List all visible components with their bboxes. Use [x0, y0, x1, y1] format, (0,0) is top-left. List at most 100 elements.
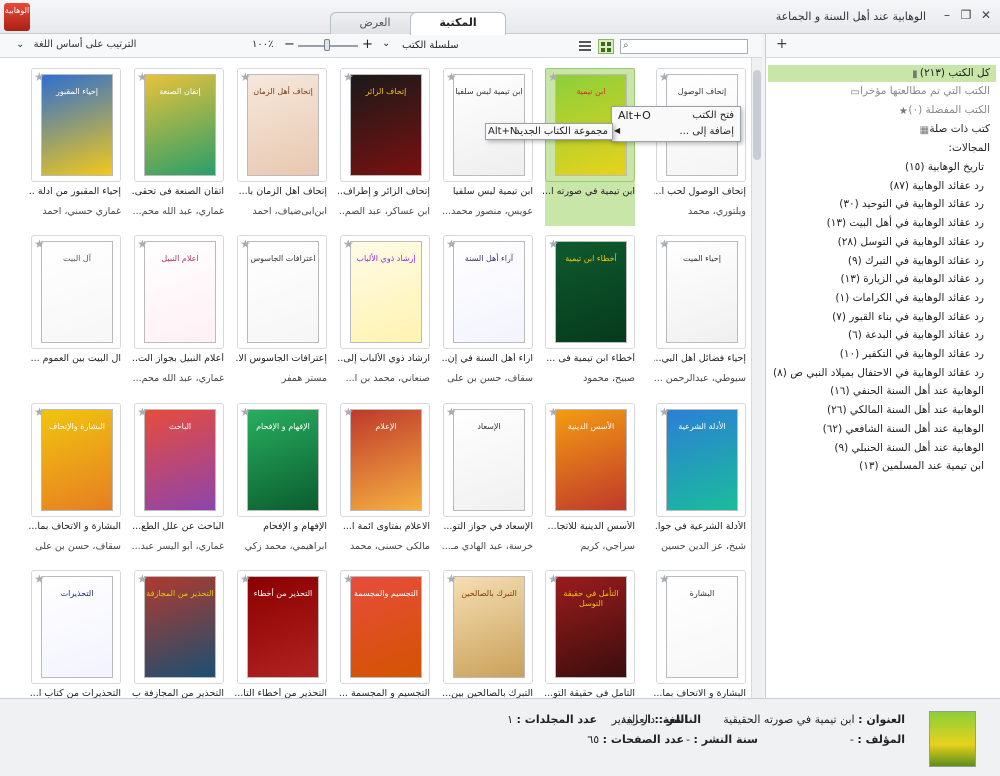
- category-item[interactable]: الوهابية عند أهل السنة الحنبلي (٩): [834, 442, 984, 454]
- book-cover-frame[interactable]: إحياء الميت ★: [656, 235, 746, 349]
- restore-button[interactable]: ❐: [957, 6, 975, 24]
- star-icon[interactable]: ★: [343, 237, 354, 251]
- book-card[interactable]: التحذير من المجازفة ★ التحذير من المجازفة …: [132, 570, 224, 698]
- zoom-slider-thumb[interactable]: [324, 39, 330, 51]
- book-cover-frame[interactable]: التحذير من أخطاء ★: [237, 570, 327, 684]
- tab-view[interactable]: العرض: [330, 12, 420, 34]
- book-card[interactable]: الباحث ★ الباحث عن علل الطع... غماري، أبو ا…: [132, 403, 224, 561]
- category-item[interactable]: رد عقائد الوهابية في التكفير (١٠): [840, 348, 984, 360]
- book-card[interactable]: الإعلام ★ الاعلام بفتاوى ائمة ا... مالکی حس…: [340, 403, 430, 561]
- book-card[interactable]: ابن تيمية ★ ابن تيمية في صورته ا...: [543, 68, 635, 226]
- book-card[interactable]: إحياء الميت ★ إحياء فضائل أهل البي... سيوطي…: [654, 235, 746, 393]
- menu-item-add-to[interactable]: إضافة إلى ...: [679, 126, 734, 137]
- book-cover[interactable]: البشارة والإتحاف: [41, 409, 113, 511]
- category-item[interactable]: رد عقائد الوهابية في التوحيد (٣٠): [839, 198, 984, 210]
- search-icon[interactable]: ⌕: [623, 40, 629, 51]
- menu-item-new-collection[interactable]: مجموعة الكتاب الجديد: [515, 126, 608, 137]
- book-card[interactable]: إتحاف أهل الزمان ★ إتحاف أهل الزمان بأ... ا…: [237, 68, 327, 226]
- add-collection-button[interactable]: +: [776, 36, 788, 52]
- book-card[interactable]: إتحاف الوصول ★ إتحاف الوصول لحب ا... ويلتور…: [654, 68, 746, 226]
- category-item[interactable]: ابن تيمية عند المسلمين (١٣): [859, 460, 984, 472]
- star-icon[interactable]: ★: [137, 237, 148, 251]
- category-item[interactable]: رد عقائد الوهابية في البدعة (٦): [848, 329, 984, 341]
- book-cover[interactable]: الباحث: [144, 409, 216, 511]
- book-cover-frame[interactable]: إتقان الصنعة ★: [134, 68, 224, 182]
- book-cover[interactable]: إحياء المقبور: [41, 74, 113, 176]
- star-icon[interactable]: ★: [343, 405, 354, 419]
- book-cover[interactable]: اعترافات الجاسوس: [247, 241, 319, 343]
- grid-view-icon[interactable]: [598, 39, 614, 54]
- book-card[interactable]: إتقان الصنعة ★ اتقان الصنعة فی تحقی... غمار…: [132, 68, 224, 226]
- book-card[interactable]: التحذيرات ★ التحذيرات من كتاب ا...: [30, 570, 121, 698]
- book-cover-frame[interactable]: التحذيرات ★: [31, 570, 121, 684]
- book-cover-frame[interactable]: الإعلام ★: [340, 403, 430, 517]
- book-cover-frame[interactable]: اعترافات الجاسوس ★: [237, 235, 327, 349]
- book-cover[interactable]: إحياء الميت: [666, 241, 738, 343]
- book-card[interactable]: الإسعاد ★ الإسعاد في جواز التو... خرسة، عبد…: [442, 403, 533, 561]
- book-cover[interactable]: الإفهام و الإفحام: [247, 409, 319, 511]
- star-icon[interactable]: ★: [137, 572, 148, 586]
- star-icon[interactable]: ★: [446, 237, 457, 251]
- book-cover[interactable]: آراء أهل السنة: [453, 241, 525, 343]
- star-icon[interactable]: ★: [34, 70, 45, 84]
- book-cover[interactable]: إتحاف أهل الزمان: [247, 74, 319, 176]
- book-card[interactable]: التأمل في حقيقة التوسل ★ التأمل فی حقيقة ا…: [544, 570, 635, 698]
- star-icon[interactable]: ★: [137, 405, 148, 419]
- book-cover-frame[interactable]: إتحاف الزائر ★: [340, 68, 430, 182]
- book-cover[interactable]: البشارة: [666, 576, 738, 678]
- book-cover[interactable]: التأمل في حقيقة التوسل: [555, 576, 627, 678]
- book-cover-frame[interactable]: إحياء المقبور ★: [31, 68, 121, 182]
- sidebar-item-favorites[interactable]: الكتب المفضلة (٠)★: [894, 104, 990, 117]
- sidebar-item-related[interactable]: كتب ذات صلة▦: [915, 123, 990, 136]
- book-cover[interactable]: الإعلام: [350, 409, 422, 511]
- category-item[interactable]: الوهابية عند أهل السنة الحنفي (١٦): [830, 385, 984, 397]
- star-icon[interactable]: ★: [548, 572, 559, 586]
- book-cover-frame[interactable]: إرشاد ذوي الألباب ★: [340, 235, 430, 349]
- category-item[interactable]: رد عقائد الوهابية في الزيارة (١٣): [840, 273, 984, 285]
- book-card[interactable]: إحياء المقبور ★ إحياء المقبور من ادلة ... غ…: [29, 68, 121, 226]
- search-input[interactable]: ⌕: [620, 39, 748, 54]
- category-item[interactable]: رد عقائد الوهابية في أهل البيت (١٣): [827, 217, 984, 229]
- book-card[interactable]: اعلام النبيل ★ أعلام النبيل بجواز الت... غم…: [132, 235, 224, 393]
- star-icon[interactable]: ★: [446, 572, 457, 586]
- star-icon[interactable]: ★: [548, 70, 559, 84]
- star-icon[interactable]: ★: [343, 572, 354, 586]
- grid-scrollbar[interactable]: [751, 58, 762, 698]
- star-icon[interactable]: ★: [240, 405, 251, 419]
- book-cover[interactable]: آل البيت: [41, 241, 113, 343]
- book-cover-frame[interactable]: آل البيت ★: [31, 235, 121, 349]
- menu-item-open-books[interactable]: فتح الكتب: [692, 110, 734, 121]
- book-cover-frame[interactable]: اعلام النبيل ★: [134, 235, 224, 349]
- star-icon[interactable]: ★: [548, 237, 559, 251]
- sort-dropdown[interactable]: ⌄ الترتيب على أساس اللغة: [16, 39, 136, 50]
- category-item[interactable]: رد عقائد الوهابية في التبرك (٩): [848, 255, 984, 267]
- star-icon[interactable]: ★: [137, 70, 148, 84]
- book-cover-frame[interactable]: إتحاف أهل الزمان ★: [237, 68, 327, 182]
- book-card[interactable]: الأدلة الشرعية ★ الأدلة الشرعية في جوا... ش…: [654, 403, 746, 561]
- star-icon[interactable]: ★: [240, 572, 251, 586]
- star-icon[interactable]: ★: [548, 405, 559, 419]
- category-item[interactable]: رد عقائد الوهابية في التوسل (٢٨): [838, 236, 984, 248]
- star-icon[interactable]: ★: [659, 572, 670, 586]
- book-card[interactable]: البشارة والإتحاف ★ البشارة و الاتحاف بما..…: [29, 403, 121, 561]
- book-card[interactable]: البشارة ★ البشارة و الاتحاف بما...: [654, 570, 746, 698]
- book-cover[interactable]: التحذير من أخطاء: [247, 576, 319, 678]
- book-card[interactable]: الأسس الدينية ★ الأسس الدينية للاتجا... سرا…: [545, 403, 635, 561]
- book-card[interactable]: آل البيت ★ آل البيت بين العموم ...: [31, 235, 121, 393]
- star-icon[interactable]: ★: [240, 237, 251, 251]
- book-cover-frame[interactable]: التبرك بالصالحين ★: [443, 570, 533, 684]
- book-cover-frame[interactable]: الإفهام و الإفحام ★: [237, 403, 327, 517]
- star-icon[interactable]: ★: [659, 237, 670, 251]
- zoom-in-button[interactable]: +: [362, 37, 373, 52]
- close-button[interactable]: ✕: [977, 6, 995, 24]
- list-view-icon[interactable]: [578, 40, 592, 52]
- series-dropdown[interactable]: ⌄: [382, 38, 390, 49]
- book-cover[interactable]: الأدلة الشرعية: [666, 409, 738, 511]
- book-cover[interactable]: أخطاء ابن تيمية: [555, 241, 627, 343]
- book-cover-frame[interactable]: التحذير من المجازفة ★: [134, 570, 224, 684]
- book-card[interactable]: ابن تيمية ليس سلفيا ★ ابن تيمية ليس سلفيا ع…: [442, 68, 533, 226]
- book-cover[interactable]: الأسس الدينية: [555, 409, 627, 511]
- book-cover-frame[interactable]: الأسس الدينية ★: [545, 403, 635, 517]
- category-item[interactable]: الوهابية عند أهل السنة الشافعي (٦٢): [823, 423, 984, 435]
- category-item[interactable]: رد عقائد الوهابية (٨٧): [890, 180, 984, 192]
